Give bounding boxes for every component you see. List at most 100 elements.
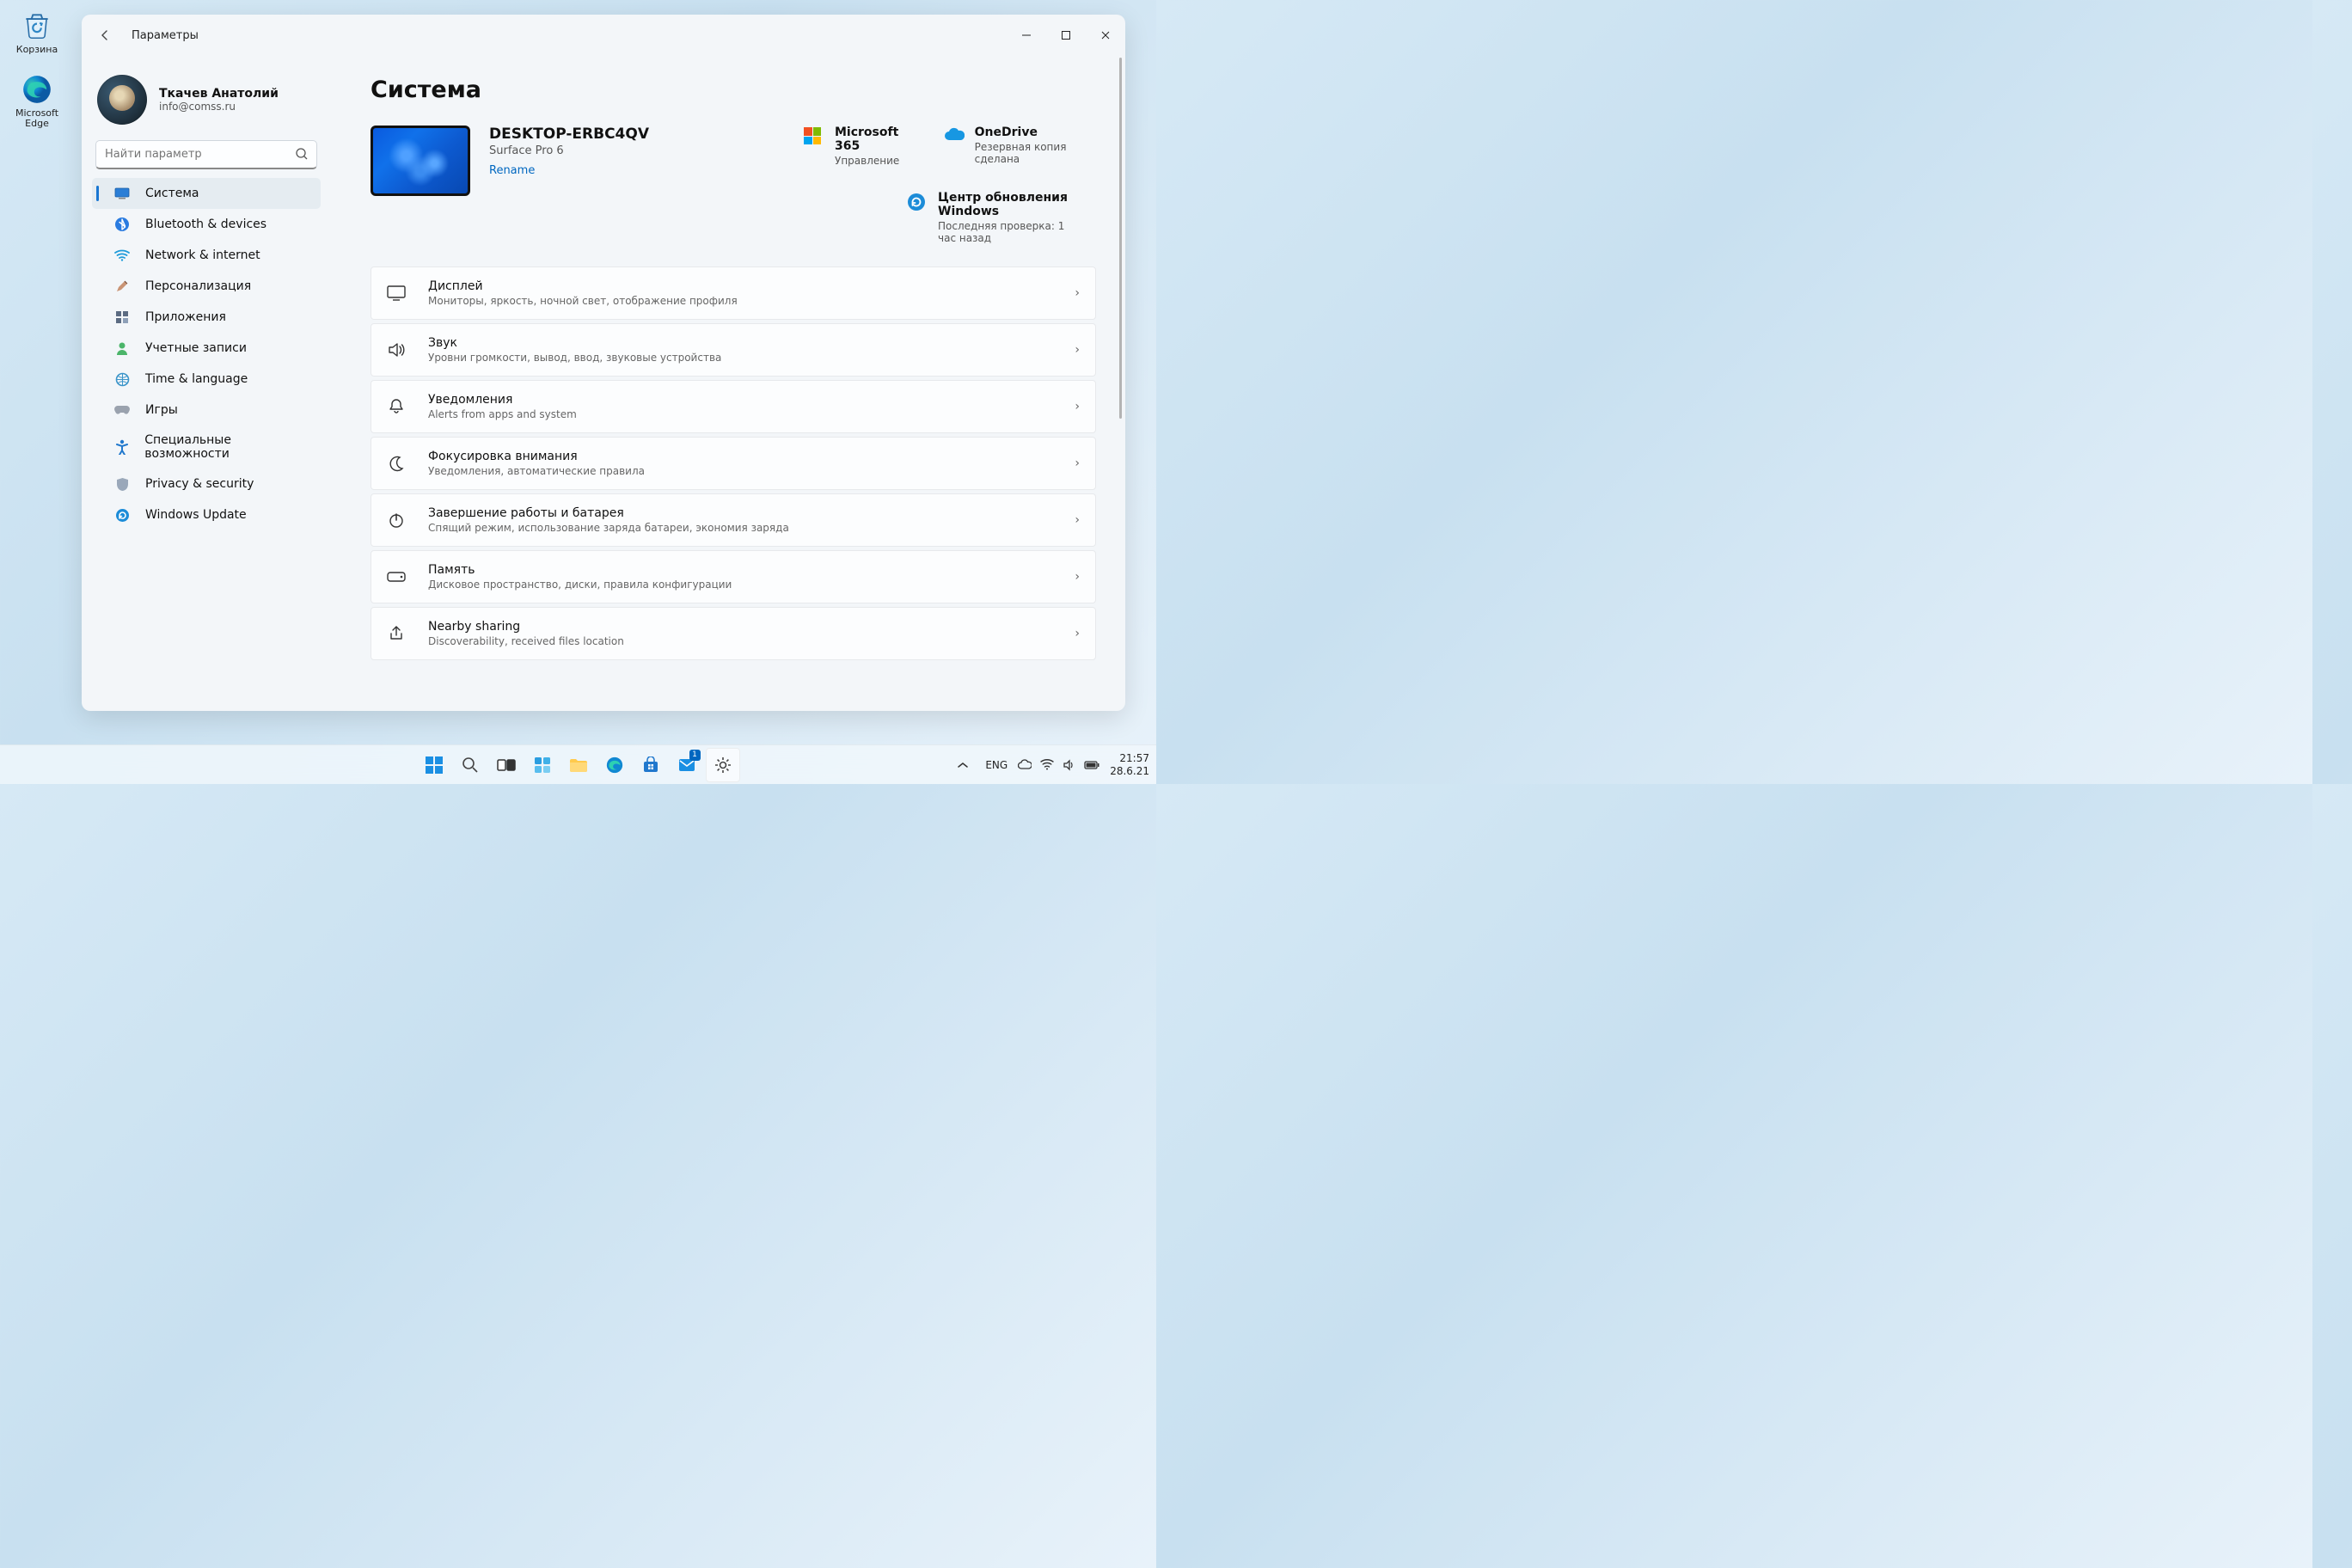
card-notifications-title: Уведомления — [428, 393, 1054, 407]
system-icon — [114, 186, 130, 201]
apps-icon — [114, 309, 130, 325]
card-storage-title: Память — [428, 563, 1054, 577]
main-panel: Система DESKTOP-ERBC4QV Surface Pro 6 Re… — [331, 56, 1125, 711]
card-focus-sub: Уведомления, автоматические правила — [428, 465, 1054, 477]
nav-privacy[interactable]: Privacy & security — [92, 469, 321, 499]
nav-gaming-label: Игры — [145, 403, 178, 417]
card-sound[interactable]: Звук Уровни громкости, вывод, ввод, звук… — [371, 323, 1096, 377]
back-button[interactable] — [90, 21, 119, 50]
nav-bluetooth-label: Bluetooth & devices — [145, 217, 266, 231]
maximize-button[interactable] — [1046, 21, 1086, 49]
search-taskbar[interactable] — [453, 748, 487, 782]
hero-row: DESKTOP-ERBC4QV Surface Pro 6 Rename Mic… — [371, 126, 1096, 244]
chevron-right-icon: › — [1075, 627, 1080, 640]
battery-tray-icon — [1084, 760, 1099, 770]
widgets-button[interactable] — [525, 748, 560, 782]
start-button[interactable] — [417, 748, 451, 782]
clock[interactable]: 21:57 28.6.21 — [1110, 752, 1149, 777]
mail-badge: 1 — [689, 750, 701, 761]
sync-icon — [907, 193, 926, 211]
info-ms365[interactable]: Microsoft 365 Управление — [804, 126, 916, 167]
card-focus[interactable]: Фокусировка внимания Уведомления, автома… — [371, 437, 1096, 490]
chevron-right-icon: › — [1075, 286, 1080, 300]
nav-network[interactable]: Network & internet — [92, 240, 321, 271]
clock-date: 28.6.21 — [1110, 765, 1149, 777]
card-focus-title: Фокусировка внимания — [428, 450, 1054, 463]
minimize-button[interactable] — [1007, 21, 1046, 49]
nav-apps[interactable]: Приложения — [92, 302, 321, 333]
chevron-right-icon: › — [1075, 400, 1080, 413]
sound-icon — [385, 339, 407, 361]
profile-email: info@comss.ru — [159, 101, 279, 113]
wifi-icon — [114, 248, 130, 263]
nav-privacy-label: Privacy & security — [145, 477, 254, 491]
bluetooth-icon — [114, 217, 130, 232]
info-ms365-sub: Управление — [835, 155, 916, 167]
nav-update-label: Windows Update — [145, 508, 247, 522]
mail-button[interactable]: 1 — [670, 748, 704, 782]
widgets-icon — [533, 756, 552, 775]
titlebar: Параметры — [82, 15, 1125, 56]
nav-gaming[interactable]: Игры — [92, 395, 321, 426]
nav-accessibility[interactable]: Специальные возможности — [92, 426, 321, 469]
recycle-bin[interactable]: Корзина — [7, 9, 67, 55]
profile-block[interactable]: Ткачев Анатолий info@comss.ru — [97, 75, 315, 125]
edge-shortcut[interactable]: Microsoft Edge — [7, 72, 67, 129]
nav-personalization[interactable]: Персонализация — [92, 271, 321, 302]
card-nearby-sub: Discoverability, received files location — [428, 635, 1054, 647]
search-box — [95, 140, 317, 169]
nav-time[interactable]: Time & language — [92, 364, 321, 395]
search-icon — [462, 756, 479, 774]
nav-update[interactable]: Windows Update — [92, 499, 321, 530]
card-storage[interactable]: Память Дисковое пространство, диски, пра… — [371, 550, 1096, 603]
language-indicator[interactable]: ENG — [985, 759, 1008, 771]
scrollbar-thumb[interactable] — [1119, 58, 1122, 419]
info-windows-update[interactable]: Центр обновления Windows Последняя прове… — [907, 191, 1096, 244]
nav-system-label: Система — [145, 187, 199, 200]
chevron-right-icon: › — [1075, 570, 1080, 584]
store-button[interactable] — [634, 748, 668, 782]
explorer-button[interactable] — [561, 748, 596, 782]
task-view[interactable] — [489, 748, 524, 782]
tray-icons[interactable] — [1018, 758, 1099, 772]
tray-expand[interactable] — [958, 762, 975, 769]
info-onedrive-sub: Резервная копия сделана — [975, 141, 1096, 165]
storage-icon — [385, 566, 407, 588]
chevron-right-icon: › — [1075, 456, 1080, 470]
update-icon — [114, 507, 130, 523]
edge-taskbar[interactable] — [597, 748, 632, 782]
nav-accounts[interactable]: Учетные записи — [92, 333, 321, 364]
nav: Система Bluetooth & devices Network & in… — [92, 178, 321, 530]
card-display[interactable]: Дисплей Мониторы, яркость, ночной свет, … — [371, 266, 1096, 320]
search-input[interactable] — [95, 140, 317, 169]
rename-link[interactable]: Rename — [489, 164, 535, 177]
gamepad-icon — [114, 402, 130, 418]
chevron-right-icon: › — [1075, 513, 1080, 527]
search-icon — [295, 147, 309, 161]
card-nearby-title: Nearby sharing — [428, 620, 1054, 634]
card-nearby[interactable]: Nearby sharing Discoverability, received… — [371, 607, 1096, 660]
card-sound-sub: Уровни громкости, вывод, ввод, звуковые … — [428, 352, 1054, 364]
edge-label: Microsoft Edge — [7, 108, 67, 129]
recycle-bin-label: Корзина — [16, 45, 58, 55]
scrollbar[interactable] — [1118, 58, 1124, 711]
windows-icon — [425, 756, 444, 775]
edge-icon — [605, 756, 624, 775]
window-title: Параметры — [132, 29, 199, 42]
card-power-sub: Спящий режим, использование заряда батар… — [428, 522, 1054, 534]
nav-apps-label: Приложения — [145, 310, 226, 324]
nav-bluetooth[interactable]: Bluetooth & devices — [92, 209, 321, 240]
taskbar-center: 1 — [417, 748, 740, 782]
card-power[interactable]: Завершение работы и батарея Спящий режим… — [371, 493, 1096, 547]
nav-network-label: Network & internet — [145, 248, 260, 262]
nav-system[interactable]: Система — [92, 178, 321, 209]
close-icon — [1100, 30, 1111, 40]
close-button[interactable] — [1086, 21, 1125, 49]
card-notifications[interactable]: Уведомления Alerts from apps and system … — [371, 380, 1096, 433]
card-sound-title: Звук — [428, 336, 1054, 350]
microsoft-icon — [804, 127, 823, 146]
settings-taskbar[interactable] — [706, 748, 740, 782]
card-storage-sub: Дисковое пространство, диски, правила ко… — [428, 579, 1054, 591]
accessibility-icon — [114, 439, 129, 455]
info-onedrive[interactable]: OneDrive Резервная копия сделана — [944, 126, 1096, 167]
